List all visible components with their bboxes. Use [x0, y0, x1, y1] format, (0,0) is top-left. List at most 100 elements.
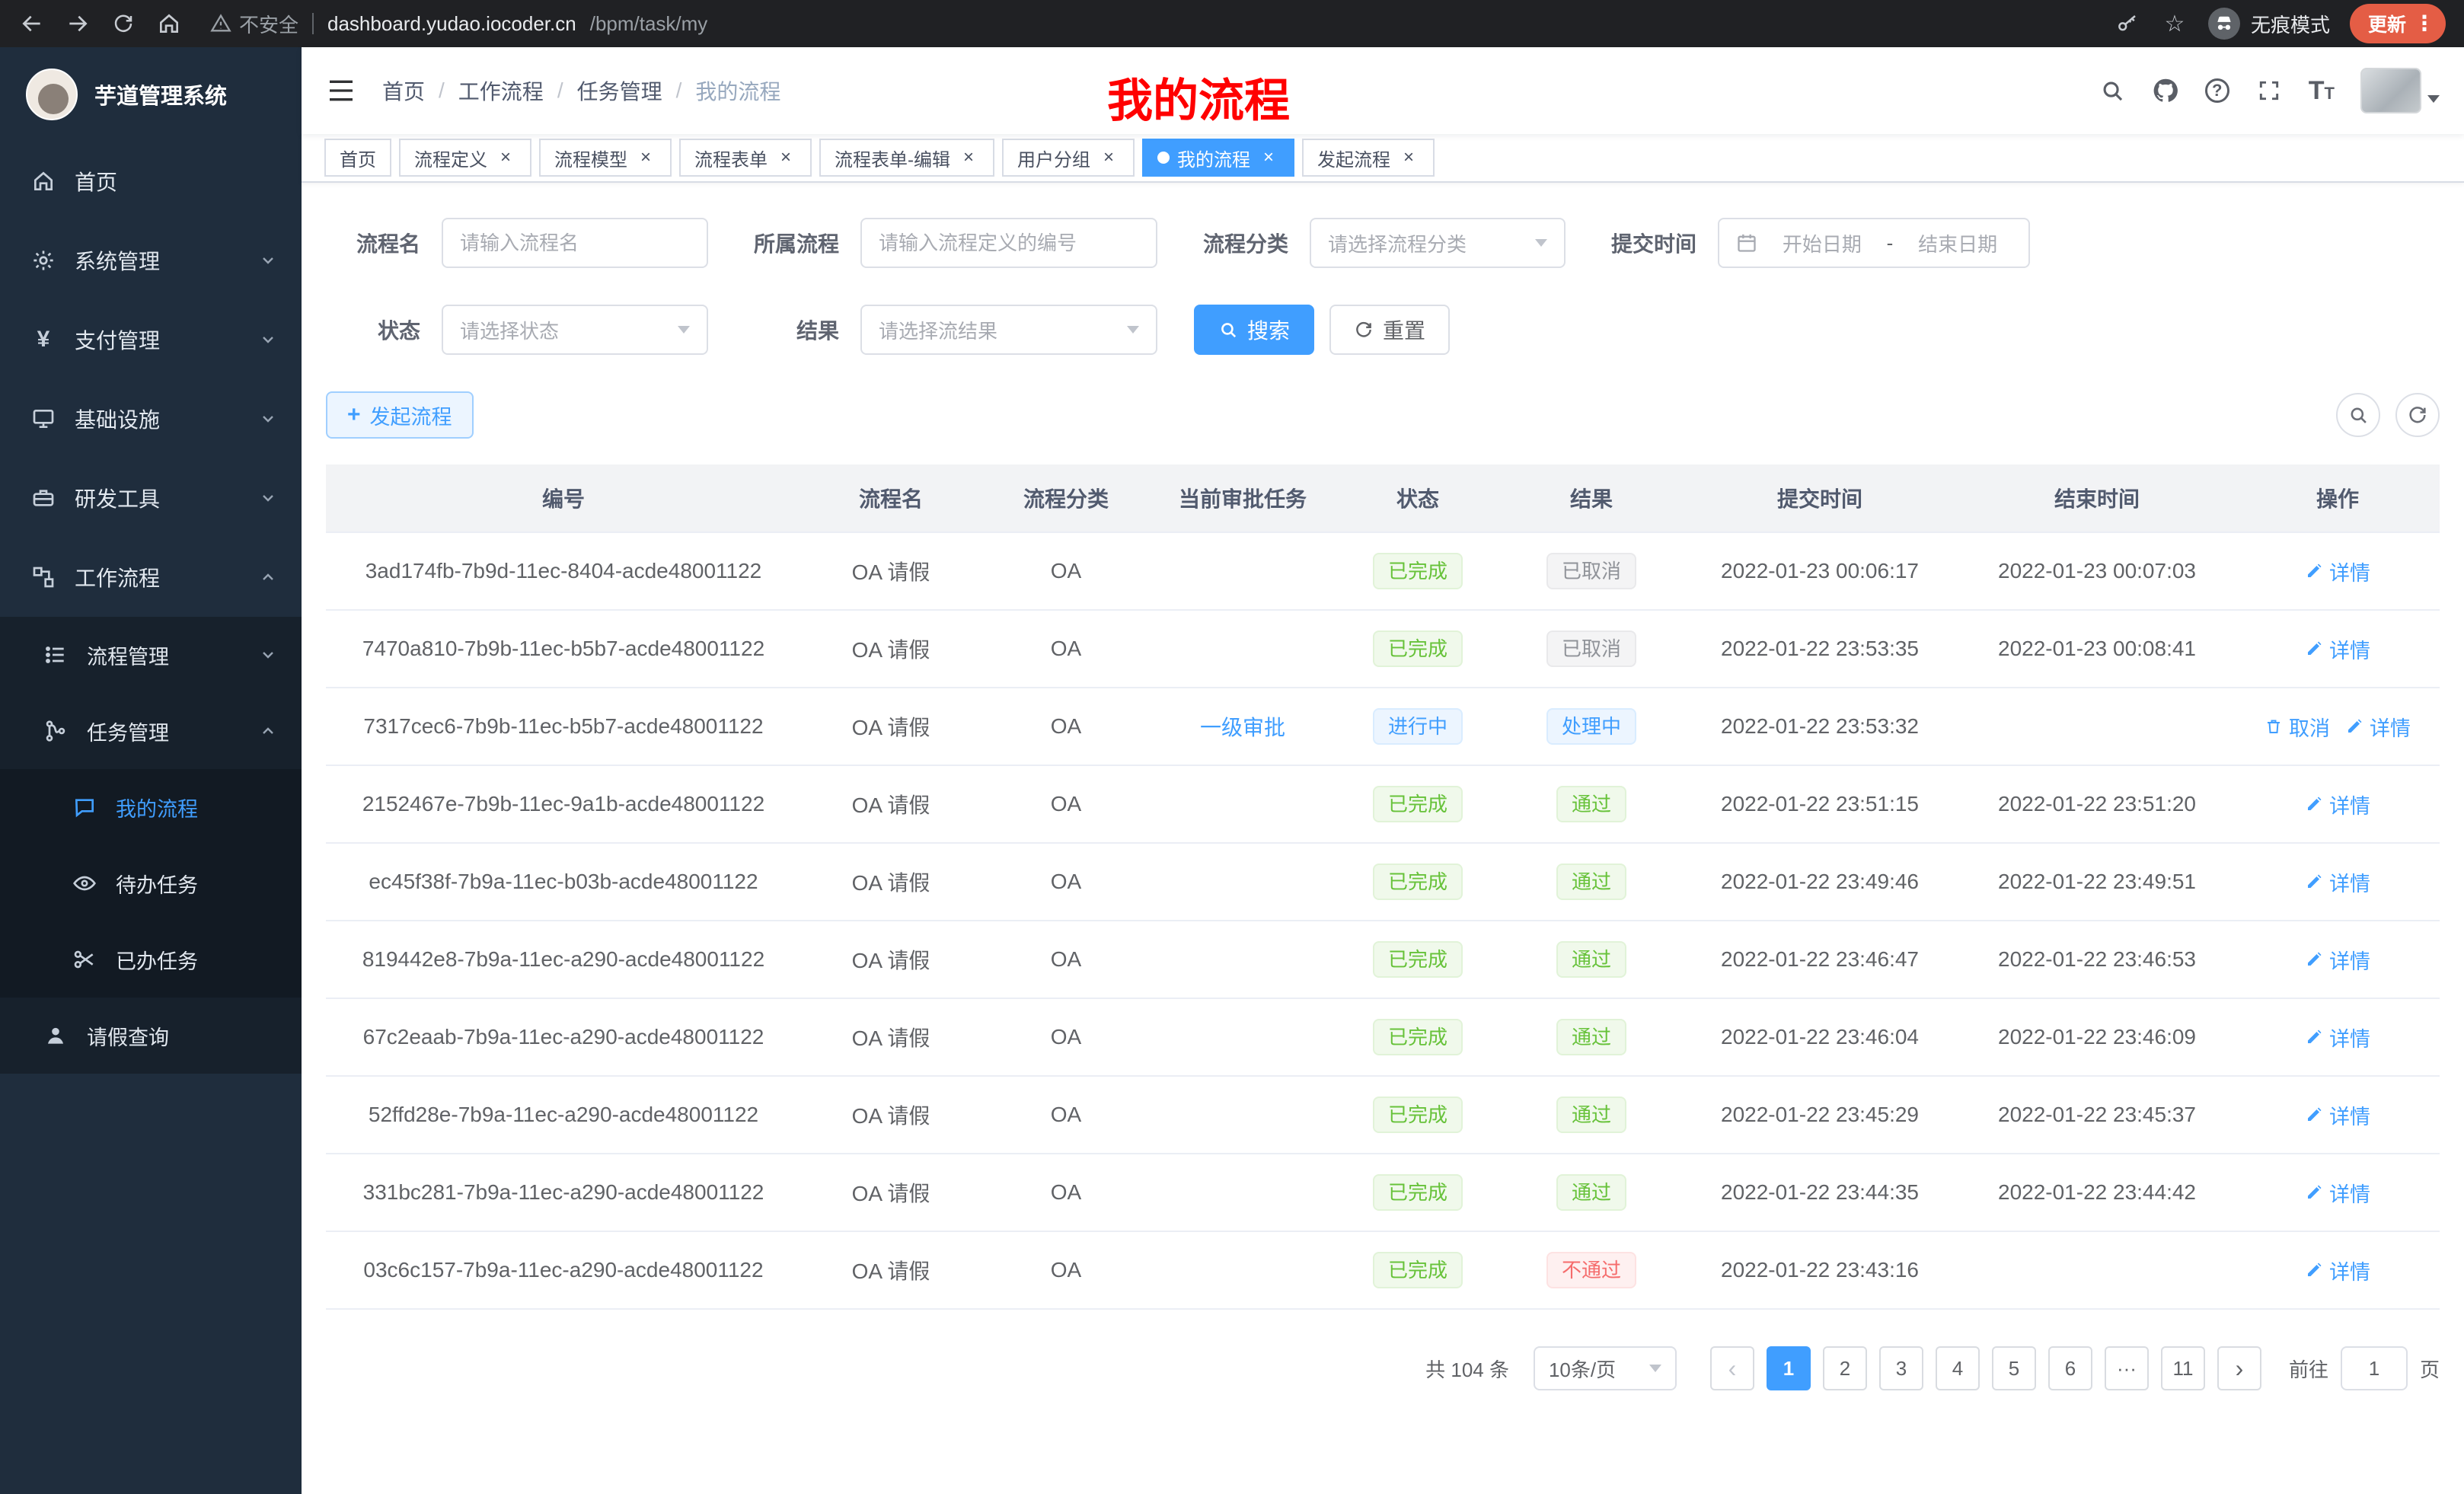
page-button[interactable]: 5 — [1992, 1346, 2036, 1390]
tab-process-form[interactable]: 流程表单× — [679, 139, 812, 177]
sidebar-item-my-process[interactable]: 我的流程 — [0, 769, 302, 845]
process-name-field[interactable] — [460, 231, 690, 255]
detail-action[interactable]: 详情 — [2345, 712, 2411, 742]
sidebar-item-home[interactable]: 首页 — [0, 142, 302, 221]
jump-suffix: 页 — [2420, 1355, 2440, 1383]
help-icon[interactable]: ? — [2205, 78, 2229, 103]
tab-user-group[interactable]: 用户分组× — [1002, 139, 1135, 177]
browser-menu-icon[interactable]: ⋮ — [2414, 13, 2435, 34]
detail-action[interactable]: 详情 — [2305, 1023, 2370, 1052]
sidebar-item-dev-tools[interactable]: 研发工具 — [0, 458, 302, 538]
process-name-input[interactable] — [442, 218, 708, 268]
user-menu[interactable] — [2360, 68, 2440, 113]
next-page-button[interactable]: › — [2217, 1346, 2261, 1390]
start-date-placeholder[interactable]: 开始日期 — [1768, 229, 1876, 257]
page-button[interactable]: 6 — [2048, 1346, 2092, 1390]
result-select[interactable]: 请选择流结果 — [860, 305, 1157, 355]
sidebar-item-system-mgmt[interactable]: 系统管理 — [0, 221, 302, 300]
tab-close-icon[interactable]: × — [1398, 147, 1419, 168]
tab-process-definition[interactable]: 流程定义× — [399, 139, 531, 177]
security-warning[interactable]: 不安全 — [210, 10, 298, 38]
status-select[interactable]: 请选择状态 — [442, 305, 708, 355]
sidebar-item-payment-mgmt[interactable]: ¥ 支付管理 — [0, 300, 302, 379]
actions-cell: 详情 — [2236, 610, 2440, 688]
update-button[interactable]: 更新 ⋮ — [2350, 4, 2446, 43]
detail-action[interactable]: 详情 — [2305, 1256, 2370, 1285]
page-button[interactable]: 3 — [1879, 1346, 1923, 1390]
user-icon — [43, 1023, 69, 1049]
page-button[interactable]: 11 — [2161, 1346, 2205, 1390]
show-search-button[interactable] — [2336, 393, 2380, 437]
address-bar[interactable]: 不安全 dashboard.yudao.iocoder.cn/bpm/task/… — [210, 10, 2095, 38]
sidebar-item-done-tasks[interactable]: 已办任务 — [0, 921, 302, 998]
detail-action[interactable]: 详情 — [2305, 790, 2370, 819]
submit-time: 2022-01-22 23:51:15 — [1681, 765, 1958, 843]
sidebar-item-infrastructure[interactable]: 基础设施 — [0, 379, 302, 458]
current-task-link[interactable]: 一级审批 — [1200, 716, 1285, 739]
sidebar-item-label: 研发工具 — [75, 483, 160, 513]
cancel-action[interactable]: 取消 — [2265, 712, 2330, 742]
page-button[interactable]: 1 — [1767, 1346, 1811, 1390]
process-key-field[interactable] — [879, 231, 1139, 255]
refresh-table-button[interactable] — [2395, 393, 2440, 437]
tab-my-process[interactable]: 我的流程× — [1142, 139, 1294, 177]
category-select[interactable]: 请选择流程分类 — [1310, 218, 1566, 268]
create-process-button[interactable]: + 发起流程 — [326, 391, 474, 439]
key-icon[interactable] — [2114, 10, 2141, 37]
tab-close-icon[interactable]: × — [1258, 147, 1279, 168]
breadcrumb-item[interactable]: 首页 — [382, 75, 425, 106]
tab-process-form-edit[interactable]: 流程表单-编辑× — [819, 139, 994, 177]
current-task — [1151, 1154, 1334, 1231]
col-category: 流程分类 — [981, 464, 1151, 532]
sidebar-item-todo-tasks[interactable]: 待办任务 — [0, 845, 302, 921]
tab-close-icon[interactable]: × — [635, 147, 656, 168]
sidebar-item-workflow[interactable]: 工作流程 — [0, 538, 302, 617]
search-icon[interactable] — [2099, 77, 2126, 104]
tab-close-icon[interactable]: × — [958, 147, 979, 168]
bookmark-star-icon[interactable]: ☆ — [2161, 10, 2188, 37]
sidebar-item-task-mgmt[interactable]: 任务管理 — [0, 693, 302, 769]
browser-back-icon[interactable] — [18, 10, 46, 37]
process-key-input[interactable] — [860, 218, 1157, 268]
status-tag: 已完成 — [1373, 1252, 1463, 1288]
browser-reload-icon[interactable] — [110, 10, 137, 37]
breadcrumb-item[interactable]: 工作流程 — [458, 75, 544, 106]
process-name: OA 请假 — [801, 1231, 981, 1309]
sidebar-item-leave-query[interactable]: 请假查询 — [0, 998, 302, 1074]
detail-action[interactable]: 详情 — [2305, 1100, 2370, 1130]
app-logo[interactable]: 芋道管理系统 — [0, 47, 302, 142]
submit-time-range-picker[interactable]: 开始日期 - 结束日期 — [1718, 218, 2030, 268]
page-button[interactable]: 4 — [1936, 1346, 1980, 1390]
prev-page-button[interactable]: ‹ — [1710, 1346, 1754, 1390]
tab-home[interactable]: 首页 — [324, 139, 391, 177]
tab-process-model[interactable]: 流程模型× — [539, 139, 672, 177]
search-button[interactable]: 搜索 — [1194, 305, 1314, 355]
refresh-icon — [1354, 320, 1374, 340]
eye-icon — [72, 870, 97, 896]
page-button[interactable]: 2 — [1823, 1346, 1867, 1390]
detail-action[interactable]: 详情 — [2305, 1178, 2370, 1208]
jump-page-input[interactable] — [2341, 1346, 2408, 1390]
sidebar-item-process-mgmt[interactable]: 流程管理 — [0, 617, 302, 693]
pager-more-button[interactable]: ··· — [2105, 1346, 2149, 1390]
browser-forward-icon[interactable] — [64, 10, 91, 37]
page-size-select[interactable]: 10条/页 — [1534, 1346, 1677, 1390]
browser-home-icon[interactable] — [155, 10, 183, 37]
tab-close-icon[interactable]: × — [1098, 147, 1119, 168]
reset-button[interactable]: 重置 — [1329, 305, 1450, 355]
table-row: 331bc281-7b9a-11ec-a290-acde48001122 OA … — [326, 1154, 2440, 1231]
tab-close-icon[interactable]: × — [775, 147, 796, 168]
detail-action[interactable]: 详情 — [2305, 634, 2370, 664]
detail-action[interactable]: 详情 — [2305, 867, 2370, 897]
fullscreen-icon[interactable] — [2255, 77, 2283, 104]
tab-close-icon[interactable]: × — [495, 147, 516, 168]
github-icon[interactable] — [2152, 77, 2179, 104]
tab-start-process[interactable]: 发起流程× — [1302, 139, 1435, 177]
breadcrumb-item[interactable]: 任务管理 — [577, 75, 662, 106]
result-tag: 已取消 — [1546, 553, 1636, 589]
hamburger-icon[interactable] — [326, 75, 356, 106]
end-date-placeholder[interactable]: 结束日期 — [1904, 229, 2012, 257]
font-size-icon[interactable]: TT — [2309, 78, 2335, 104]
detail-action[interactable]: 详情 — [2305, 557, 2370, 586]
detail-action[interactable]: 详情 — [2305, 945, 2370, 975]
